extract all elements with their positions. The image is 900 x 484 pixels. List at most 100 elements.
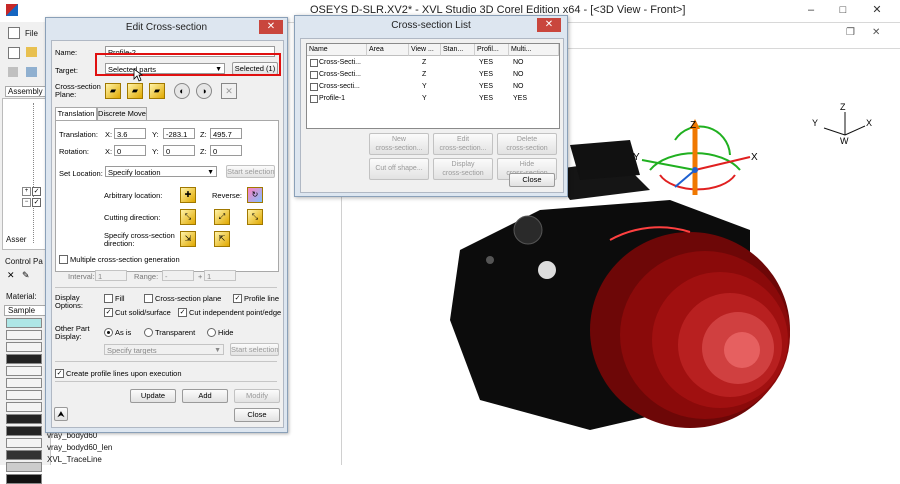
cut-dir-x-icon[interactable]: ⤡ bbox=[180, 209, 196, 225]
material-name[interactable]: XVL_TraceLine bbox=[47, 455, 102, 464]
edit-dialog-close-button[interactable]: ✕ bbox=[259, 20, 283, 34]
col-header-standard[interactable]: Stan... bbox=[441, 44, 475, 56]
ry-field[interactable]: 0 bbox=[163, 145, 195, 156]
cut-off-shape-button[interactable]: Cut off shape... bbox=[369, 158, 429, 180]
close-list-button[interactable]: Close bbox=[509, 173, 555, 187]
material-swatch[interactable] bbox=[6, 318, 42, 328]
plane-zx-icon[interactable]: ▰ bbox=[149, 83, 165, 99]
tab-discrete-move[interactable]: Discrete Move bbox=[97, 107, 147, 120]
material-swatch[interactable] bbox=[6, 390, 42, 400]
multiple-checkbox[interactable] bbox=[59, 255, 68, 264]
range-to-field[interactable]: 1 bbox=[204, 270, 236, 281]
tree-collapse-icon[interactable]: − bbox=[22, 198, 31, 207]
triad-center-icon[interactable] bbox=[692, 167, 698, 173]
tool2-icon[interactable] bbox=[26, 67, 37, 77]
new-doc-icon[interactable] bbox=[8, 47, 20, 59]
cut-dir-z-icon[interactable]: ⤡ bbox=[247, 209, 263, 225]
reverse-icon[interactable]: ↻ bbox=[247, 187, 263, 203]
maximize-button[interactable]: □ bbox=[832, 3, 854, 18]
specify-dir-icon[interactable]: ⇲ bbox=[180, 231, 196, 247]
specify-targets-select[interactable]: Specify targets ▼ bbox=[104, 344, 224, 355]
tool3-icon[interactable]: ✎ bbox=[22, 270, 30, 281]
rz-field[interactable]: 0 bbox=[210, 145, 242, 156]
mdi-restore-button[interactable]: ❐ bbox=[846, 27, 860, 39]
table-row[interactable]: Profile-1 Y YES YES bbox=[307, 94, 559, 104]
file-menu[interactable]: File bbox=[25, 29, 38, 38]
col-header-multi[interactable]: Multi... bbox=[509, 44, 559, 56]
col-header-area[interactable]: Area bbox=[367, 44, 409, 56]
plane-xy-icon[interactable]: ▰ bbox=[105, 83, 121, 99]
close-edit-button[interactable]: Close bbox=[234, 408, 280, 422]
create-profile-checkbox[interactable]: ✓ bbox=[55, 369, 64, 378]
as-is-radio[interactable] bbox=[104, 328, 113, 337]
material-swatch[interactable] bbox=[6, 366, 42, 376]
cut-independent-checkbox[interactable]: ✓ bbox=[178, 308, 187, 317]
tz-field[interactable]: 495.7 bbox=[210, 128, 242, 139]
edit-cross-section-button[interactable]: Edit cross-section... bbox=[433, 133, 493, 155]
arbitrary-location-icon[interactable]: ✚ bbox=[180, 187, 196, 203]
row-checkbox[interactable] bbox=[310, 83, 318, 91]
specify-dir2-icon[interactable]: ⇱ bbox=[214, 231, 230, 247]
list-dialog-close-button[interactable]: ✕ bbox=[537, 18, 561, 32]
collapse-button[interactable]: ⮝ bbox=[54, 407, 68, 421]
material-swatch[interactable] bbox=[6, 450, 42, 460]
tree-check[interactable]: ✓ bbox=[32, 187, 41, 196]
tree-expand-icon[interactable]: + bbox=[22, 187, 31, 196]
file-icon[interactable] bbox=[8, 27, 20, 39]
assembly-tab-2[interactable]: Asser bbox=[6, 235, 26, 244]
update-button[interactable]: Update bbox=[130, 389, 176, 403]
material-swatch[interactable] bbox=[6, 462, 42, 472]
set-location-select[interactable]: Specify location ▼ bbox=[105, 166, 217, 177]
col-header-name[interactable]: Name bbox=[307, 44, 367, 56]
material-swatch[interactable] bbox=[6, 402, 42, 412]
cut-solid-checkbox[interactable]: ✓ bbox=[104, 308, 113, 317]
fill-checkbox[interactable] bbox=[104, 294, 113, 303]
profile-line-checkbox[interactable]: ✓ bbox=[233, 294, 242, 303]
open-folder-icon[interactable] bbox=[26, 47, 37, 57]
row-checkbox[interactable] bbox=[310, 71, 318, 79]
table-row[interactable]: Cross-Secti... Z YES NO bbox=[307, 70, 559, 80]
w-axis-arrow-icon[interactable] bbox=[674, 169, 696, 188]
material-swatch[interactable] bbox=[6, 342, 42, 352]
col-header-profile[interactable]: Profil... bbox=[475, 44, 509, 56]
add-button[interactable]: Add bbox=[182, 389, 228, 403]
minimize-button[interactable]: – bbox=[800, 3, 822, 18]
assembly-tab[interactable]: Assembly bbox=[5, 86, 46, 97]
tool-icon[interactable] bbox=[8, 67, 18, 77]
assembly-tree[interactable]: ✓ ✓ + − bbox=[2, 98, 50, 250]
rotate-icon[interactable]: ◐ bbox=[174, 83, 190, 99]
modify-button[interactable]: Modify bbox=[234, 389, 280, 403]
new-cross-section-button[interactable]: New cross-section... bbox=[369, 133, 429, 155]
mdi-close-button[interactable]: ✕ bbox=[872, 27, 886, 39]
col-header-view[interactable]: View ... bbox=[409, 44, 441, 56]
tab-translation[interactable]: Translation bbox=[55, 107, 97, 120]
range-from-field[interactable]: - bbox=[162, 270, 194, 281]
display-cross-section-button[interactable]: Display cross-section bbox=[433, 158, 493, 180]
material-swatch[interactable] bbox=[6, 426, 42, 436]
tree-check[interactable]: ✓ bbox=[32, 198, 41, 207]
close-icon[interactable]: ✕ bbox=[7, 270, 15, 281]
start-selection-targets-button[interactable]: Start selection bbox=[230, 343, 279, 356]
material-swatch[interactable] bbox=[6, 438, 42, 448]
rx-field[interactable]: 0 bbox=[114, 145, 146, 156]
transparent-radio[interactable] bbox=[144, 328, 153, 337]
delete-cross-section-button[interactable]: Delete cross-section bbox=[497, 133, 557, 155]
row-checkbox[interactable] bbox=[310, 95, 318, 103]
row-checkbox[interactable] bbox=[310, 59, 318, 67]
cancel-plane-icon[interactable]: ✕ bbox=[221, 83, 237, 99]
cross-section-table[interactable]: Name Area View ... Stan... Profil... Mul… bbox=[306, 43, 560, 129]
material-name[interactable]: vray_bodyd60_len bbox=[47, 443, 112, 452]
material-swatch[interactable] bbox=[6, 474, 42, 484]
cut-dir-y-icon[interactable]: ⤢ bbox=[214, 209, 230, 225]
material-swatch[interactable] bbox=[6, 354, 42, 364]
table-row[interactable]: Cross-secti... Y YES NO bbox=[307, 82, 559, 92]
material-swatch[interactable] bbox=[6, 330, 42, 340]
rotate2-icon[interactable]: ◑ bbox=[196, 83, 212, 99]
control-panel-tab[interactable]: Control Pa bbox=[5, 257, 43, 266]
ty-field[interactable]: -283.1 bbox=[163, 128, 195, 139]
material-swatch[interactable] bbox=[6, 414, 42, 424]
tx-field[interactable]: 3.6 bbox=[114, 128, 146, 139]
interval-field[interactable]: 1 bbox=[95, 270, 127, 281]
hide-radio[interactable] bbox=[207, 328, 216, 337]
y-axis-arrow-icon[interactable] bbox=[641, 159, 696, 171]
